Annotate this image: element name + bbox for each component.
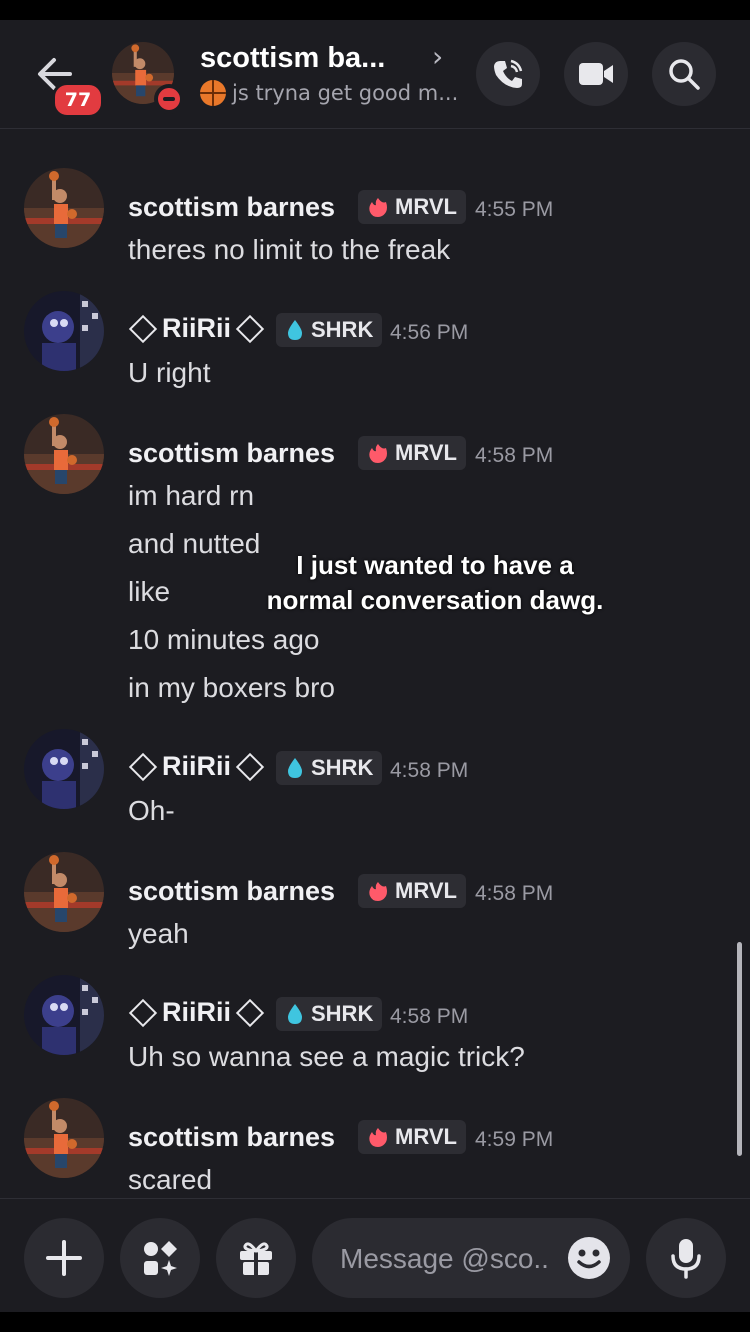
add-attachment-button[interactable] bbox=[24, 1218, 104, 1298]
avatar[interactable] bbox=[24, 291, 104, 371]
avatar[interactable] bbox=[24, 852, 104, 932]
timestamp: 4:58 PM bbox=[475, 444, 554, 467]
timestamp: 4:58 PM bbox=[390, 1005, 469, 1028]
message-text[interactable]: theres no limit to the freak bbox=[128, 234, 450, 266]
timestamp: 4:56 PM bbox=[390, 321, 469, 344]
diamond-icon bbox=[235, 998, 265, 1027]
character-avatar-image bbox=[24, 729, 104, 809]
apps-button[interactable] bbox=[120, 1218, 200, 1298]
search-button[interactable] bbox=[652, 42, 716, 106]
smiley-icon bbox=[577, 1249, 601, 1269]
gift-icon bbox=[240, 1242, 272, 1275]
fire-icon bbox=[369, 882, 387, 901]
username[interactable]: RiiRii bbox=[128, 313, 265, 344]
gift-button[interactable] bbox=[216, 1218, 296, 1298]
video-camera-icon bbox=[579, 63, 613, 85]
page-title[interactable]: scottism ba... bbox=[200, 42, 385, 75]
message-text[interactable]: U right bbox=[128, 357, 210, 389]
clan-tag-label: SHRK bbox=[311, 755, 374, 780]
username[interactable]: scottism barnes bbox=[128, 1122, 335, 1153]
basketball-icon bbox=[200, 80, 226, 106]
player-avatar-image bbox=[24, 414, 104, 494]
username[interactable]: scottism barnes bbox=[128, 192, 335, 223]
timestamp: 4:58 PM bbox=[475, 882, 554, 905]
plus-icon bbox=[46, 1240, 82, 1276]
clan-tag-label: MRVL bbox=[395, 194, 457, 219]
water-drop-icon bbox=[288, 320, 302, 340]
timestamp: 4:59 PM bbox=[475, 1128, 554, 1151]
search-icon bbox=[669, 59, 700, 90]
video-call-button[interactable] bbox=[564, 42, 628, 106]
avatar[interactable] bbox=[24, 168, 104, 248]
clan-tag[interactable]: MRVL bbox=[358, 874, 466, 908]
clan-tag[interactable]: SHRK bbox=[276, 751, 383, 785]
clan-tag-label: SHRK bbox=[311, 1001, 374, 1026]
fire-icon bbox=[369, 198, 387, 217]
clan-tag-label: MRVL bbox=[395, 1124, 457, 1149]
timestamp: 4:58 PM bbox=[390, 759, 469, 782]
username[interactable]: RiiRii bbox=[128, 997, 265, 1028]
message-text[interactable]: scared bbox=[128, 1164, 212, 1196]
diamond-icon bbox=[128, 752, 158, 781]
clan-tag[interactable]: SHRK bbox=[276, 997, 383, 1031]
message-input[interactable] bbox=[338, 1218, 562, 1300]
overlay-caption: I just wanted to have a normal conversat… bbox=[266, 550, 604, 615]
player-avatar-image bbox=[24, 1098, 104, 1178]
diamond-icon bbox=[235, 752, 265, 781]
username[interactable]: scottism barnes bbox=[128, 876, 335, 907]
clan-tag[interactable]: MRVL bbox=[358, 190, 466, 224]
player-avatar-image bbox=[24, 168, 104, 248]
message-input-container bbox=[312, 1218, 630, 1300]
voice-call-button[interactable] bbox=[476, 42, 540, 106]
clan-tag-label: SHRK bbox=[311, 317, 374, 342]
clan-tag[interactable]: MRVL bbox=[358, 1120, 466, 1154]
diamond-icon bbox=[235, 314, 265, 343]
diamond-icon bbox=[128, 314, 158, 343]
character-avatar-image bbox=[24, 975, 104, 1055]
clan-tag[interactable]: MRVL bbox=[358, 436, 466, 470]
character-avatar-image bbox=[24, 291, 104, 371]
player-avatar-image bbox=[24, 852, 104, 932]
dm-header: 77 scottism ba... › js tryna get good m.… bbox=[0, 20, 750, 129]
message-text[interactable]: yeah bbox=[128, 918, 189, 950]
message-text[interactable]: in my boxers bro bbox=[128, 672, 335, 704]
phone-icon bbox=[494, 59, 523, 88]
fire-icon bbox=[369, 444, 387, 463]
voice-message-button[interactable] bbox=[646, 1218, 726, 1298]
message-text[interactable]: Uh so wanna see a magic trick? bbox=[128, 1041, 525, 1073]
message-text[interactable]: 10 minutes ago bbox=[128, 624, 319, 656]
avatar[interactable] bbox=[24, 1098, 104, 1178]
message-text[interactable]: and nutted bbox=[128, 528, 260, 560]
water-drop-icon bbox=[288, 758, 302, 778]
avatar[interactable] bbox=[24, 414, 104, 494]
username[interactable]: scottism barnes bbox=[128, 438, 335, 469]
fire-icon bbox=[369, 1128, 387, 1147]
clan-tag-label: MRVL bbox=[395, 440, 457, 465]
microphone-icon bbox=[671, 1239, 701, 1279]
username[interactable]: RiiRii bbox=[128, 751, 265, 782]
water-drop-icon bbox=[288, 1004, 302, 1024]
avatar[interactable] bbox=[24, 975, 104, 1055]
timestamp: 4:55 PM bbox=[475, 198, 554, 221]
unread-badge: 77 bbox=[52, 82, 104, 118]
emoji-button[interactable] bbox=[568, 1237, 610, 1279]
custom-status: js tryna get good m... bbox=[200, 80, 458, 106]
clan-tag[interactable]: SHRK bbox=[276, 313, 383, 347]
clan-tag-label: MRVL bbox=[395, 878, 457, 903]
chevron-right-icon[interactable]: › bbox=[432, 40, 443, 73]
apps-icon bbox=[144, 1241, 177, 1276]
message-text[interactable]: like bbox=[128, 576, 170, 608]
composer-bar bbox=[0, 1198, 750, 1312]
message-text[interactable]: Oh- bbox=[128, 795, 175, 827]
custom-status-text: js tryna get good m... bbox=[232, 81, 459, 105]
avatar[interactable] bbox=[24, 729, 104, 809]
scrollbar[interactable] bbox=[737, 942, 742, 1156]
dm-screen: 77 scottism ba... › js tryna get good m.… bbox=[0, 20, 750, 1312]
message-text[interactable]: im hard rn bbox=[128, 480, 254, 512]
dnd-status-icon bbox=[154, 84, 184, 114]
diamond-icon bbox=[128, 998, 158, 1027]
